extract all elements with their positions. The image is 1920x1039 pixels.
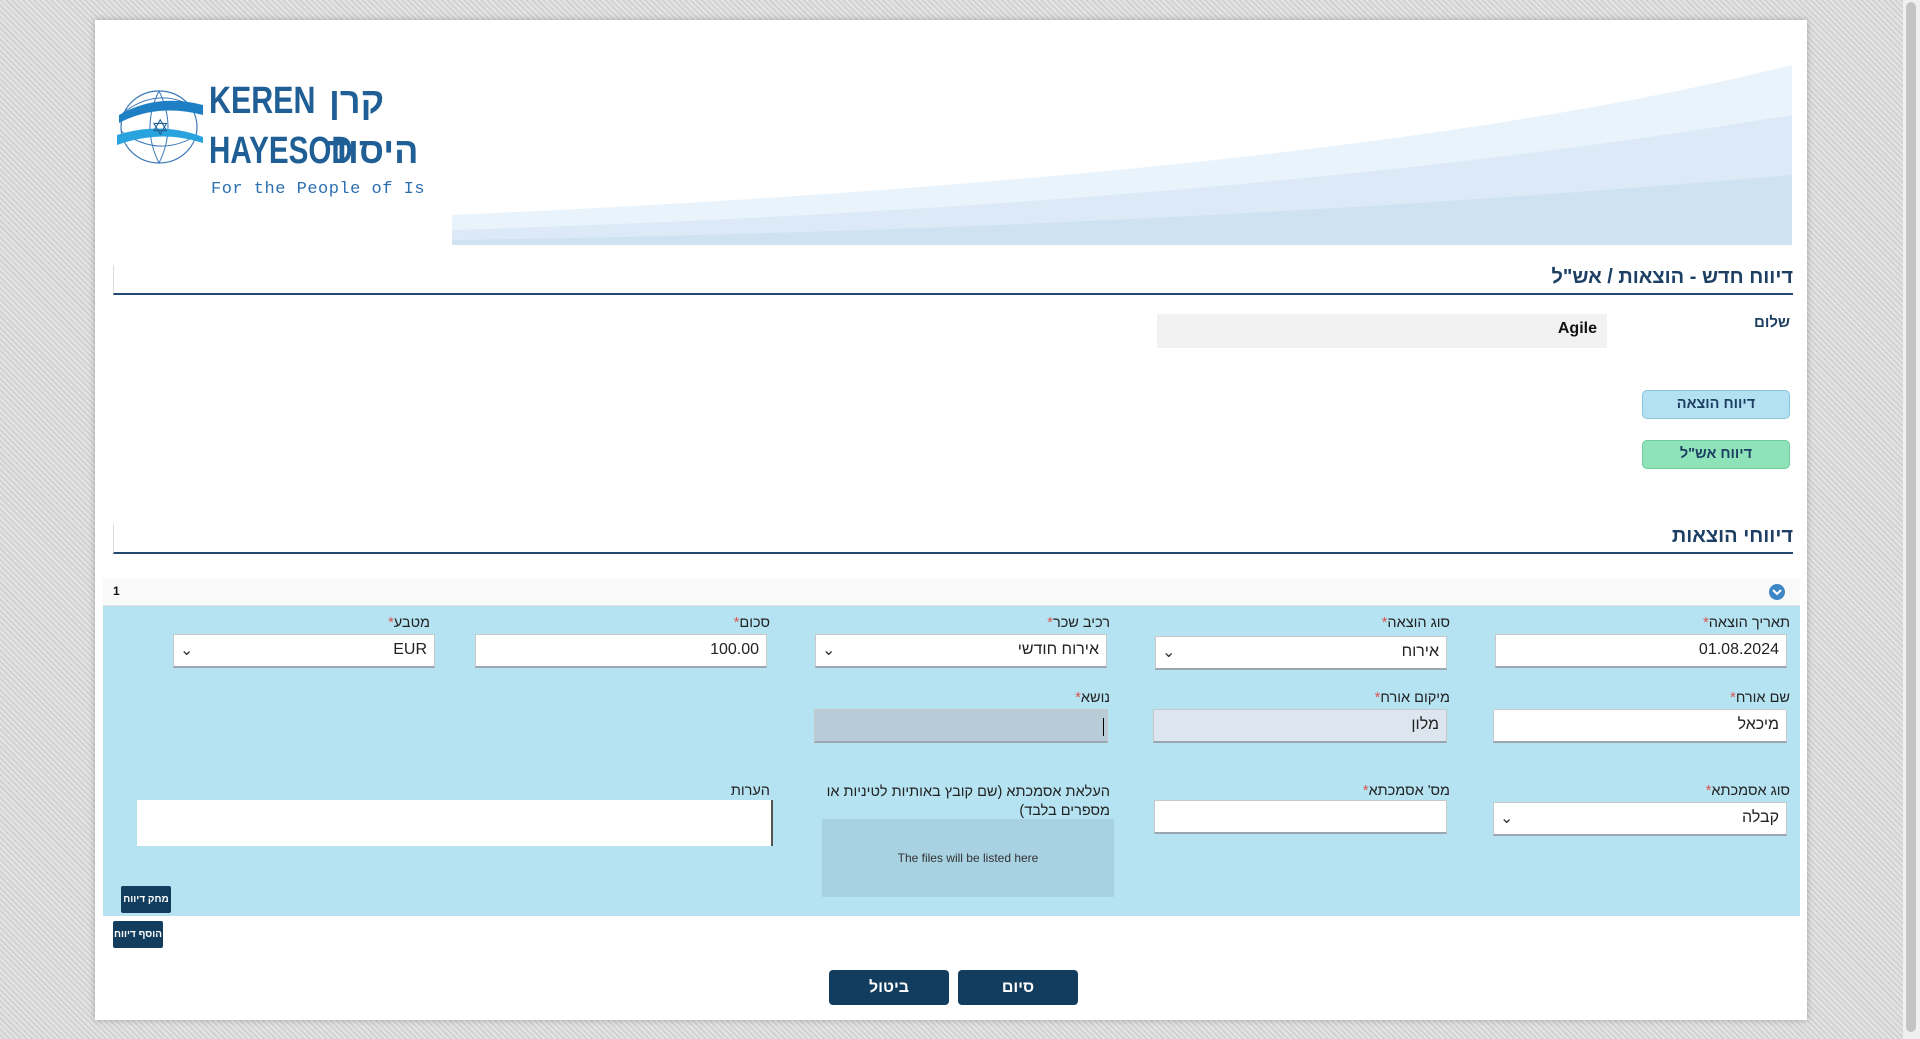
reference-type-label: סוג אסמכתא* <box>1705 783 1790 799</box>
pay-component-label: רכיב שכר* <box>1047 615 1110 631</box>
chevron-down-icon[interactable] <box>1768 583 1786 601</box>
report-page: ✡ KEREN קרן HAYESOD היסוד For the People… <box>95 20 1807 1020</box>
svg-text:היסוד: היסוד <box>327 130 418 171</box>
scrollbar-thumb[interactable] <box>1906 2 1916 1032</box>
svg-text:For the People of Israel: For the People of Israel <box>211 180 427 199</box>
chevron-down-icon: ⌄ <box>180 642 194 659</box>
ashal-report-button[interactable]: דיווח אש"ל <box>1642 440 1790 469</box>
pay-component-select[interactable]: אירוח חודשי ⌄ <box>815 634 1107 668</box>
chevron-down-icon: ⌄ <box>1162 644 1176 661</box>
expense-item-panel: 1 תאריך הוצאה* סוג הוצאה* רכיב שכר* סכום… <box>103 578 1800 916</box>
guest-location-label: מיקום אורח* <box>1374 690 1450 706</box>
notes-textarea[interactable] <box>137 800 773 846</box>
vertical-scrollbar[interactable] <box>1903 0 1920 1039</box>
cancel-button[interactable]: ביטול <box>829 970 949 1005</box>
amount-input[interactable]: 100.00 <box>475 634 767 668</box>
chevron-down-icon: ⌄ <box>1500 810 1514 827</box>
notes-label: הערות <box>730 783 770 799</box>
svg-text:✡: ✡ <box>151 116 169 141</box>
add-report-button[interactable]: הוסף דיווח <box>113 921 163 948</box>
hello-label: שלום <box>1754 314 1790 331</box>
guest-name-label: שם אורח* <box>1730 690 1790 706</box>
svg-text:KEREN: KEREN <box>209 80 315 122</box>
guest-name-input[interactable]: מיכאל <box>1493 709 1787 743</box>
subject-label: נושא* <box>1075 690 1110 706</box>
svg-text:קרן: קרן <box>329 80 384 121</box>
chevron-down-icon: ⌄ <box>822 642 836 659</box>
user-name-field: Agile <box>1157 314 1607 348</box>
delete-report-button[interactable]: מחק דיווח <box>121 886 171 913</box>
page-title: דיווח חדש - הוצאות / אש"ל <box>113 265 1793 295</box>
reference-type-select[interactable]: קבלה ⌄ <box>1493 802 1787 836</box>
amount-label: סכום* <box>733 615 770 631</box>
expense-type-label: סוג הוצאה* <box>1381 615 1450 631</box>
reference-number-label: מס' אסמכתא* <box>1362 783 1450 799</box>
currency-select[interactable]: EUR ⌄ <box>173 634 435 668</box>
subject-input[interactable] <box>814 709 1108 743</box>
finish-button[interactable]: סיום <box>958 970 1078 1005</box>
text-cursor <box>1103 718 1104 736</box>
expense-date-label: תאריך הוצאה* <box>1703 615 1790 631</box>
expense-item-number: 1 <box>113 584 120 598</box>
expense-type-select[interactable]: אירוח ⌄ <box>1155 636 1447 670</box>
keren-hayesod-logo: ✡ KEREN קרן HAYESOD היסוד For the People… <box>117 80 427 199</box>
currency-label: מטבע* <box>388 615 430 631</box>
file-upload-dropzone[interactable]: The files will be listed here <box>822 819 1114 897</box>
expenses-section-title: דיווחי הוצאות <box>113 524 1793 554</box>
globe-icon: ✡ <box>117 90 203 164</box>
guest-location-input[interactable]: מלון <box>1153 709 1447 743</box>
reference-number-input[interactable] <box>1154 800 1447 834</box>
header-banner <box>452 65 1792 245</box>
expense-report-button[interactable]: דיווח הוצאה <box>1642 390 1790 419</box>
expense-item-header[interactable]: 1 <box>103 578 1800 606</box>
upload-label: העלאת אסמכתא (שם קובץ באותיות לטיניות או… <box>826 784 1110 819</box>
expense-date-input[interactable]: 01.08.2024 <box>1495 634 1787 668</box>
